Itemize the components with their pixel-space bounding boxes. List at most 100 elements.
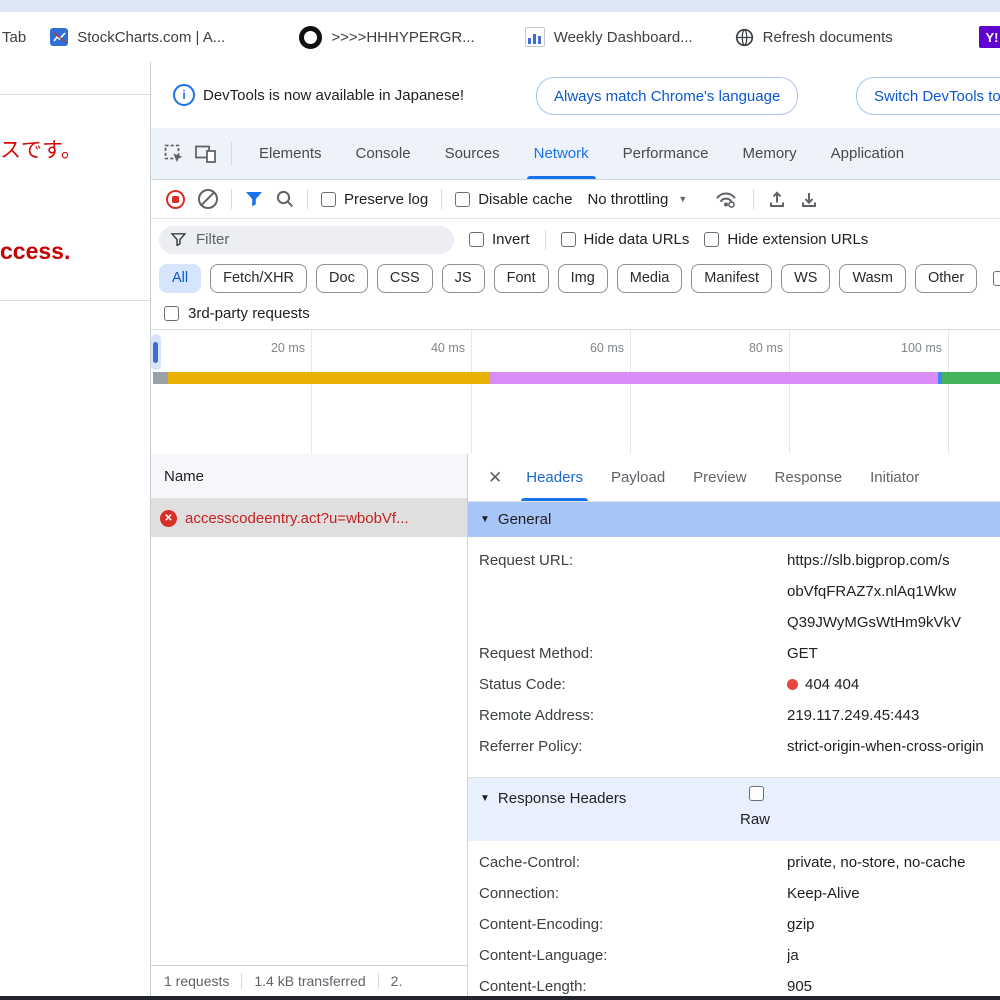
waterfall-segment-stalled bbox=[168, 372, 489, 384]
tab-performance[interactable]: Performance bbox=[606, 128, 726, 179]
blocked-checkbox[interactable]: Blo bbox=[993, 270, 1000, 287]
black-ring-icon bbox=[299, 26, 322, 49]
bookmark-label: Weekly Dashboard... bbox=[554, 29, 693, 46]
chip-ws[interactable]: WS bbox=[781, 264, 830, 293]
export-har-icon[interactable] bbox=[800, 190, 818, 208]
preserve-log-checkbox[interactable]: Preserve log bbox=[321, 191, 428, 208]
tab-response[interactable]: Response bbox=[761, 454, 857, 501]
third-party-label: 3rd-party requests bbox=[188, 305, 310, 322]
response-headers-rows: Cache-Control: private, no-store, no-cac… bbox=[468, 841, 1000, 996]
tab-sources[interactable]: Sources bbox=[428, 128, 517, 179]
match-language-button[interactable]: Always match Chrome's language bbox=[536, 77, 798, 115]
checkbox-icon bbox=[469, 232, 484, 247]
clear-icon[interactable] bbox=[198, 189, 218, 209]
divider bbox=[753, 189, 754, 209]
bookmark-tab[interactable]: Tab bbox=[2, 29, 26, 46]
bookmark-stockcharts[interactable]: StockCharts.com | A... bbox=[50, 28, 225, 46]
requests-count: 1 requests bbox=[164, 973, 229, 989]
device-toolbar-icon[interactable] bbox=[194, 144, 217, 164]
tick-label: 80 ms bbox=[721, 341, 783, 355]
checkbox-icon bbox=[993, 271, 1000, 286]
close-icon[interactable]: ✕ bbox=[488, 468, 502, 488]
tab-network[interactable]: Network bbox=[517, 128, 606, 179]
timeline-grip-handle[interactable] bbox=[153, 342, 158, 363]
filter-funnel-icon[interactable] bbox=[245, 191, 263, 207]
tab-elements[interactable]: Elements bbox=[242, 128, 339, 179]
switch-language-button[interactable]: Switch DevTools to Japanese bbox=[856, 77, 1000, 115]
import-har-icon[interactable] bbox=[768, 190, 786, 208]
raw-checkbox[interactable] bbox=[749, 786, 764, 801]
funnel-icon bbox=[171, 233, 186, 246]
window-bottom-edge bbox=[0, 996, 1000, 1000]
hide-data-urls-checkbox[interactable]: Hide data URLs bbox=[561, 231, 690, 248]
request-list: Name ✕ accesscodeentry.act?u=wbobVf... 1… bbox=[151, 454, 468, 996]
chip-manifest[interactable]: Manifest bbox=[691, 264, 772, 293]
request-details-panel: ✕ Headers Payload Preview Response Initi… bbox=[468, 454, 1000, 996]
chip-css[interactable]: CSS bbox=[377, 264, 433, 293]
bookmark-weekly-dashboard[interactable]: Weekly Dashboard... bbox=[525, 27, 693, 47]
waterfall-segment-waiting bbox=[489, 372, 938, 384]
yahoo-icon: Y! bbox=[986, 30, 999, 45]
bookmark-hypergr[interactable]: >>>>HHHYPERGR... bbox=[299, 26, 474, 49]
tick-label: 60 ms bbox=[562, 341, 624, 355]
tab-payload[interactable]: Payload bbox=[597, 454, 679, 501]
header-row: Status Code: 404 404 bbox=[468, 669, 1000, 700]
tab-console[interactable]: Console bbox=[339, 128, 428, 179]
name-column-header[interactable]: Name bbox=[151, 454, 467, 499]
filter-input-box[interactable] bbox=[159, 226, 454, 254]
tab-application[interactable]: Application bbox=[814, 128, 921, 179]
chip-font[interactable]: Font bbox=[494, 264, 549, 293]
chip-wasm[interactable]: Wasm bbox=[839, 264, 906, 293]
response-headers-header[interactable]: ▼ Response Headers Raw bbox=[468, 778, 1000, 841]
tick-label: 20 ms bbox=[243, 341, 305, 355]
request-type-chips: All Fetch/XHR Doc CSS JS Font Img Media … bbox=[151, 260, 1000, 297]
chip-all[interactable]: All bbox=[159, 264, 201, 293]
bookmark-label: StockCharts.com | A... bbox=[77, 29, 225, 46]
bar-chart-icon bbox=[525, 27, 545, 47]
divider bbox=[241, 973, 242, 989]
bookmark-refresh-documents[interactable]: Refresh documents bbox=[735, 28, 893, 47]
search-icon[interactable] bbox=[276, 190, 294, 208]
divider bbox=[231, 142, 232, 166]
chip-fetch-xhr[interactable]: Fetch/XHR bbox=[210, 264, 307, 293]
divider bbox=[231, 189, 232, 209]
inspect-element-icon[interactable] bbox=[164, 144, 185, 164]
invert-checkbox[interactable]: Invert bbox=[469, 231, 530, 248]
header-row: Connection: Keep-Alive bbox=[468, 878, 1000, 909]
hide-extension-urls-checkbox[interactable]: Hide extension URLs bbox=[704, 231, 868, 248]
waterfall-segment-queueing bbox=[153, 372, 168, 384]
devtools-panel: i DevTools is now available in Japanese!… bbox=[150, 62, 1000, 996]
tab-memory[interactable]: Memory bbox=[726, 128, 814, 179]
network-overview-timeline[interactable]: 20 ms 40 ms 60 ms 80 ms 100 ms bbox=[151, 330, 1000, 454]
tab-headers[interactable]: Headers bbox=[512, 454, 597, 501]
disable-cache-checkbox[interactable]: Disable cache bbox=[455, 191, 572, 208]
request-row[interactable]: ✕ accesscodeentry.act?u=wbobVf... bbox=[151, 499, 467, 537]
page-content: スです。 ccess. bbox=[0, 62, 150, 996]
chip-img[interactable]: Img bbox=[558, 264, 608, 293]
globe-icon bbox=[735, 28, 754, 47]
request-name: accesscodeentry.act?u=wbobVf... bbox=[185, 510, 409, 527]
third-party-checkbox[interactable] bbox=[164, 306, 179, 321]
stockcharts-favicon-icon bbox=[50, 28, 68, 46]
triangle-down-icon: ▼ bbox=[480, 793, 490, 804]
chip-media[interactable]: Media bbox=[617, 264, 683, 293]
throttling-select[interactable]: No throttling ▼ bbox=[587, 191, 687, 208]
chip-other[interactable]: Other bbox=[915, 264, 977, 293]
network-conditions-icon[interactable] bbox=[714, 189, 739, 209]
page-error-text-jp: スです。 bbox=[0, 134, 82, 164]
info-icon: i bbox=[173, 84, 195, 106]
request-url-value: https://slb.bigprop.com/s obVfqFRAZ7x.nl… bbox=[787, 545, 1000, 638]
bookmark-yahoo[interactable]: Y! bbox=[979, 26, 1000, 48]
tab-initiator[interactable]: Initiator bbox=[856, 454, 933, 501]
waterfall-segment-download bbox=[942, 372, 1000, 384]
record-icon[interactable] bbox=[166, 190, 185, 209]
filter-input[interactable] bbox=[194, 230, 398, 249]
chip-js[interactable]: JS bbox=[442, 264, 485, 293]
divider bbox=[441, 189, 442, 209]
header-row: Referrer Policy: strict-origin-when-cros… bbox=[468, 731, 1000, 762]
general-section-header[interactable]: ▼ General bbox=[468, 502, 1000, 537]
chip-doc[interactable]: Doc bbox=[316, 264, 368, 293]
raw-label: Raw bbox=[740, 811, 770, 828]
tab-preview[interactable]: Preview bbox=[679, 454, 760, 501]
bookmark-label: >>>>HHHYPERGR... bbox=[331, 29, 474, 46]
